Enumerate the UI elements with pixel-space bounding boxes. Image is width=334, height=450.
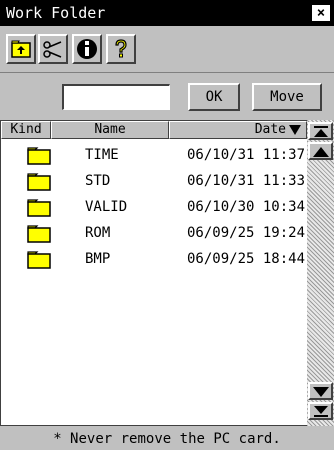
arrow-down-icon [313, 387, 329, 397]
close-button[interactable]: × [312, 5, 330, 21]
file-date: 06/09/25 18:44 [187, 251, 306, 267]
scroll-up-button[interactable] [308, 142, 333, 160]
help-icon [115, 39, 127, 58]
folder-icon [27, 199, 51, 217]
folder-icon [27, 225, 51, 243]
file-name: ROM [85, 225, 111, 241]
scroll-top-icon [314, 126, 328, 137]
scroll-to-bottom-button[interactable] [308, 402, 333, 420]
column-header-date-label: Date [254, 122, 286, 137]
column-header-kind-label: Kind [10, 122, 42, 137]
column-header-name[interactable]: Name [51, 121, 169, 139]
folder-up-icon [11, 40, 31, 58]
title-bar[interactable]: Work Folder × [0, 0, 334, 26]
file-date: 06/10/31 11:33 [187, 173, 306, 189]
help-button[interactable] [106, 34, 136, 64]
arrow-up-icon [313, 147, 329, 157]
column-header-date[interactable]: Date [169, 121, 307, 139]
scroll-bottom-icon [314, 406, 328, 417]
window-title: Work Folder [6, 4, 106, 22]
file-name: BMP [85, 251, 111, 267]
list-item[interactable]: TIME 06/10/31 11:37 [1, 143, 307, 169]
file-name: TIME [85, 147, 119, 163]
file-date: 06/10/31 11:37 [187, 147, 306, 163]
folder-icon [27, 251, 51, 269]
column-header-kind[interactable]: Kind [1, 121, 51, 139]
file-list[interactable]: Kind Name Date TIME 06/10/31 11:37 STD 06/1… [0, 120, 308, 426]
list-item[interactable]: VALID 06/10/30 10:34 [1, 195, 307, 221]
info-icon [77, 39, 97, 59]
folder-icon [27, 173, 51, 191]
ok-button[interactable]: OK [188, 83, 240, 111]
vertical-scrollbar[interactable] [307, 120, 334, 426]
list-item[interactable]: BMP 06/09/25 18:44 [1, 247, 307, 273]
column-header-name-label: Name [94, 122, 126, 137]
file-name: VALID [85, 199, 128, 215]
list-item[interactable]: ROM 06/09/25 19:24 [1, 221, 307, 247]
toolbar-divider [0, 72, 334, 73]
file-date: 06/09/25 19:24 [187, 225, 306, 241]
list-item[interactable]: STD 06/10/31 11:33 [1, 169, 307, 195]
sort-descending-icon [289, 125, 301, 135]
status-message: * Never remove the PC card. [53, 431, 281, 447]
file-name: STD [85, 173, 111, 189]
scissors-icon [43, 41, 62, 58]
scroll-down-button[interactable] [308, 382, 333, 400]
info-button[interactable] [72, 34, 102, 64]
path-input[interactable] [62, 84, 170, 110]
work-folder-window: Work Folder × OK Move Kind Name Date TIM… [0, 0, 334, 450]
folder-up-button[interactable] [6, 34, 36, 64]
file-date: 06/10/30 10:34 [187, 199, 306, 215]
move-button[interactable]: Move [252, 83, 322, 111]
folder-icon [27, 147, 51, 165]
scroll-to-top-button[interactable] [308, 122, 333, 140]
cut-button[interactable] [38, 34, 68, 64]
